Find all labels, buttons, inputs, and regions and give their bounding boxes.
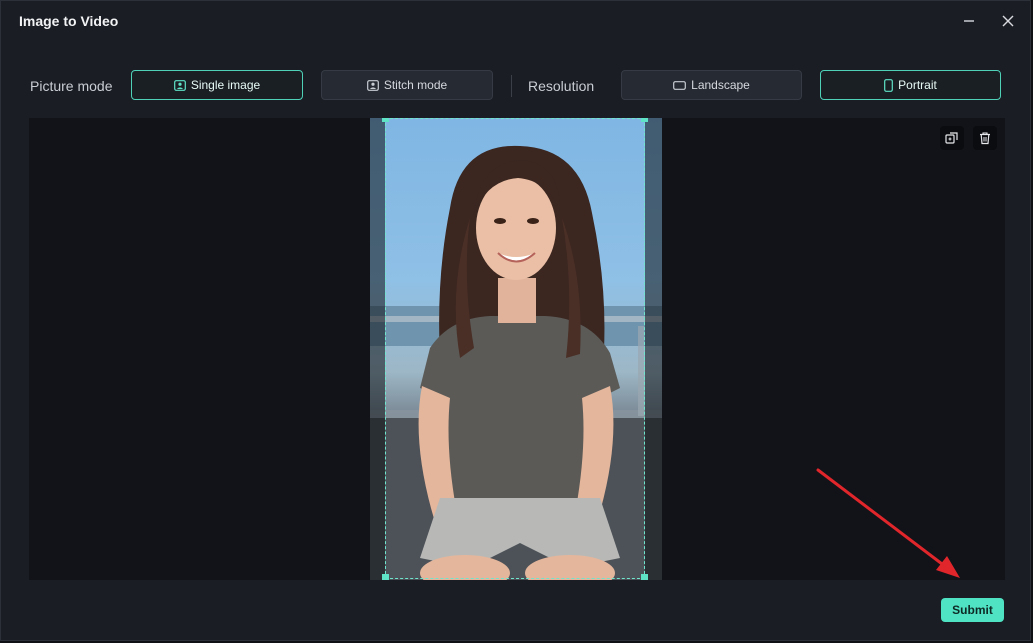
portrait-button[interactable]: Portrait bbox=[820, 70, 1001, 100]
landscape-label: Landscape bbox=[691, 78, 750, 92]
landscape-button[interactable]: Landscape bbox=[621, 70, 802, 100]
image-to-video-dialog: Image to Video Picture mode Single image bbox=[0, 0, 1031, 641]
crop-handle-bottom-left[interactable] bbox=[382, 574, 389, 580]
portrait-label: Portrait bbox=[898, 78, 937, 92]
delete-image-button[interactable] bbox=[973, 126, 997, 150]
trash-icon bbox=[980, 132, 990, 145]
toolbar-divider bbox=[511, 75, 512, 97]
stitch-mode-label: Stitch mode bbox=[383, 78, 448, 92]
single-image-icon bbox=[173, 79, 186, 91]
stitch-mode-icon bbox=[366, 79, 379, 91]
preview-canvas bbox=[29, 118, 1005, 580]
submit-button[interactable]: Submit bbox=[941, 598, 1004, 622]
title-bar: Image to Video bbox=[1, 1, 1030, 41]
close-button[interactable] bbox=[995, 9, 1021, 33]
single-image-label: Single image bbox=[190, 78, 261, 92]
crop-handle-top-left[interactable] bbox=[382, 118, 389, 122]
minimize-button[interactable] bbox=[956, 9, 982, 33]
crop-mask-right bbox=[645, 118, 662, 580]
resolution-label: Resolution bbox=[528, 78, 595, 94]
crop-mask-left bbox=[370, 118, 385, 580]
picture-mode-label: Picture mode bbox=[30, 78, 113, 94]
crop-handle-top-right[interactable] bbox=[641, 118, 648, 122]
dialog-title: Image to Video bbox=[19, 13, 119, 29]
crop-handle-bottom-right[interactable] bbox=[641, 574, 648, 580]
single-image-button[interactable]: Single image bbox=[131, 70, 303, 100]
replace-image-button[interactable] bbox=[940, 126, 964, 150]
replace-icon bbox=[945, 132, 958, 144]
stitch-mode-button[interactable]: Stitch mode bbox=[321, 70, 493, 100]
landscape-icon bbox=[673, 80, 687, 90]
portrait-icon bbox=[884, 78, 894, 92]
minimize-icon bbox=[964, 20, 974, 22]
crop-frame[interactable] bbox=[385, 118, 645, 579]
close-icon bbox=[1002, 15, 1014, 27]
